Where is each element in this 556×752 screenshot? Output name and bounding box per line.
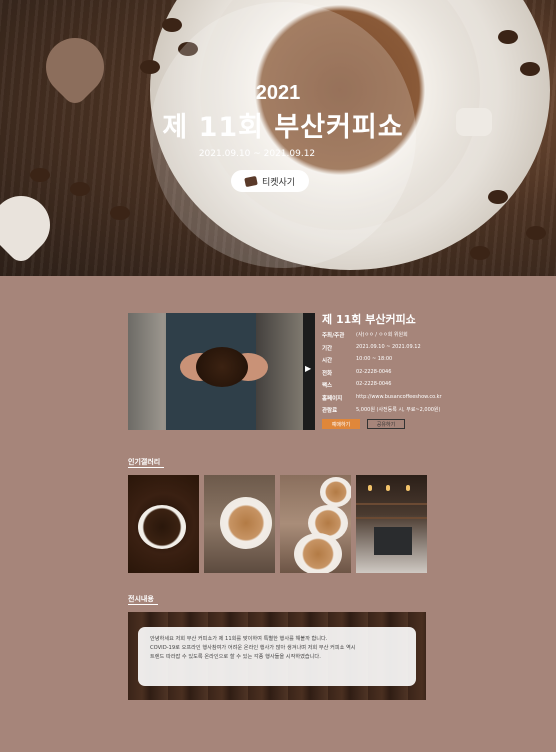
info-label: 시간 xyxy=(322,358,333,364)
homepage-link[interactable]: http://www.busancoffeeshow.co.kr xyxy=(356,394,442,406)
cup-shape xyxy=(220,497,272,549)
exhibit-line: 안녕하세요 저희 부산 커피쇼가 제 11회를 맞이하여 특별한 행사를 해볼까… xyxy=(150,636,328,642)
hero-dates: 2021.09.10 ~ 2021.09.12 xyxy=(198,149,316,159)
gallery-image-latte-art-cups[interactable] xyxy=(280,475,351,573)
espresso-machine-shape xyxy=(374,527,412,555)
info-label: 주최/주관 xyxy=(322,333,345,339)
bean-decor xyxy=(526,226,546,240)
event-photo xyxy=(128,313,303,430)
bean-decor xyxy=(140,60,160,74)
info-label: 기간 xyxy=(322,346,333,352)
shelf-shape xyxy=(356,517,427,519)
exhibit-line: 트렌드 따라잡 수 있도록 온라인으로 할 수 있는 각종 행사들을 시작하였습… xyxy=(150,654,321,660)
photo-next-button[interactable]: ▶ xyxy=(303,313,315,430)
info-row: 시간 10:00 ~ 18:00 xyxy=(322,356,392,368)
info-title: 제 11회 부산커피쇼 xyxy=(322,313,416,326)
ticket-icon xyxy=(244,175,258,187)
beans-in-hands xyxy=(196,347,248,387)
lamp-shape xyxy=(406,485,410,491)
bean-decor xyxy=(488,190,508,204)
info-row: 홈페이지 http://www.busancoffeeshow.co.kr xyxy=(322,394,442,406)
cup-shape xyxy=(320,477,351,507)
info-label: 관람료 xyxy=(322,408,338,414)
cup-shape xyxy=(294,533,342,573)
info-row: 전화 02-2228-0046 xyxy=(322,369,391,381)
hero-banner: 2021 제 11회 부산커피쇼 2021.09.10 ~ 2021.09.12… xyxy=(0,0,556,276)
gallery-image-coffee-beans-cup[interactable] xyxy=(128,475,199,573)
info-row: 기간 2021.09.10 ~ 2021.09.12 xyxy=(322,344,421,356)
info-value: 02-2228-0046 xyxy=(356,381,392,387)
bean-decor xyxy=(520,62,540,76)
exhibit-text-box: 안녕하세요 저희 부산 커피쇼가 제 11회를 맞이하여 특별한 행사를 해볼까… xyxy=(138,627,416,686)
info-value: (사)ㅇㅇ / ㅇㅇ회 위원회 xyxy=(356,332,408,338)
exhibit-title-underline xyxy=(128,604,158,605)
info-value: 5,000원 (사전등록 시, 무료~2,000원) xyxy=(356,407,441,413)
gallery-image-cafe-bar[interactable] xyxy=(356,475,427,573)
exhibit-line: COVID-19로 오프라인 행사참여가 어려운 온라인 행사가 많아 생겨나며… xyxy=(150,645,356,651)
hero-year: 2021 xyxy=(255,82,301,104)
info-label: 전화 xyxy=(322,371,333,377)
exhibit-title: 전시내용 xyxy=(128,595,154,603)
ticket-button[interactable]: 티켓사기 xyxy=(231,170,309,192)
info-label: 홈페이지 xyxy=(322,396,343,402)
share-button[interactable]: 공유하기 xyxy=(367,419,405,429)
info-row: 팩스 02-2228-0046 xyxy=(322,381,391,393)
info-row: 관람료 5,000원 (사전등록 시, 무료~2,000원) xyxy=(322,406,440,418)
gallery-title: 인기갤러리 xyxy=(128,458,161,466)
info-label: 팩스 xyxy=(322,383,333,389)
info-value: 10:00 ~ 18:00 xyxy=(356,356,393,362)
bean-decor xyxy=(70,182,90,196)
info-value: 2021.09.10 ~ 2021.09.12 xyxy=(356,344,421,350)
bean-decor xyxy=(30,168,50,182)
info-value: 02-2228-0046 xyxy=(356,369,392,375)
gallery-image-latte-cup[interactable] xyxy=(204,475,275,573)
bean-decor xyxy=(162,18,182,32)
bean-decor xyxy=(498,30,518,44)
info-row: 주최/주관 (사)ㅇㅇ / ㅇㅇ회 위원회 xyxy=(322,331,408,343)
shelf-shape xyxy=(356,503,427,505)
chevron-right-icon: ▶ xyxy=(305,364,312,373)
gallery-title-underline xyxy=(128,467,164,468)
lamp-shape xyxy=(368,485,372,491)
bean-decor xyxy=(110,206,130,220)
ticket-label: 티켓사기 xyxy=(261,177,296,188)
mug-shape xyxy=(138,505,186,549)
hero-title: 제 11회 부산커피쇼 xyxy=(162,112,404,143)
reserve-button[interactable]: 예매하기 xyxy=(322,419,360,429)
bean-decor xyxy=(470,246,490,260)
lamp-shape xyxy=(386,485,390,491)
